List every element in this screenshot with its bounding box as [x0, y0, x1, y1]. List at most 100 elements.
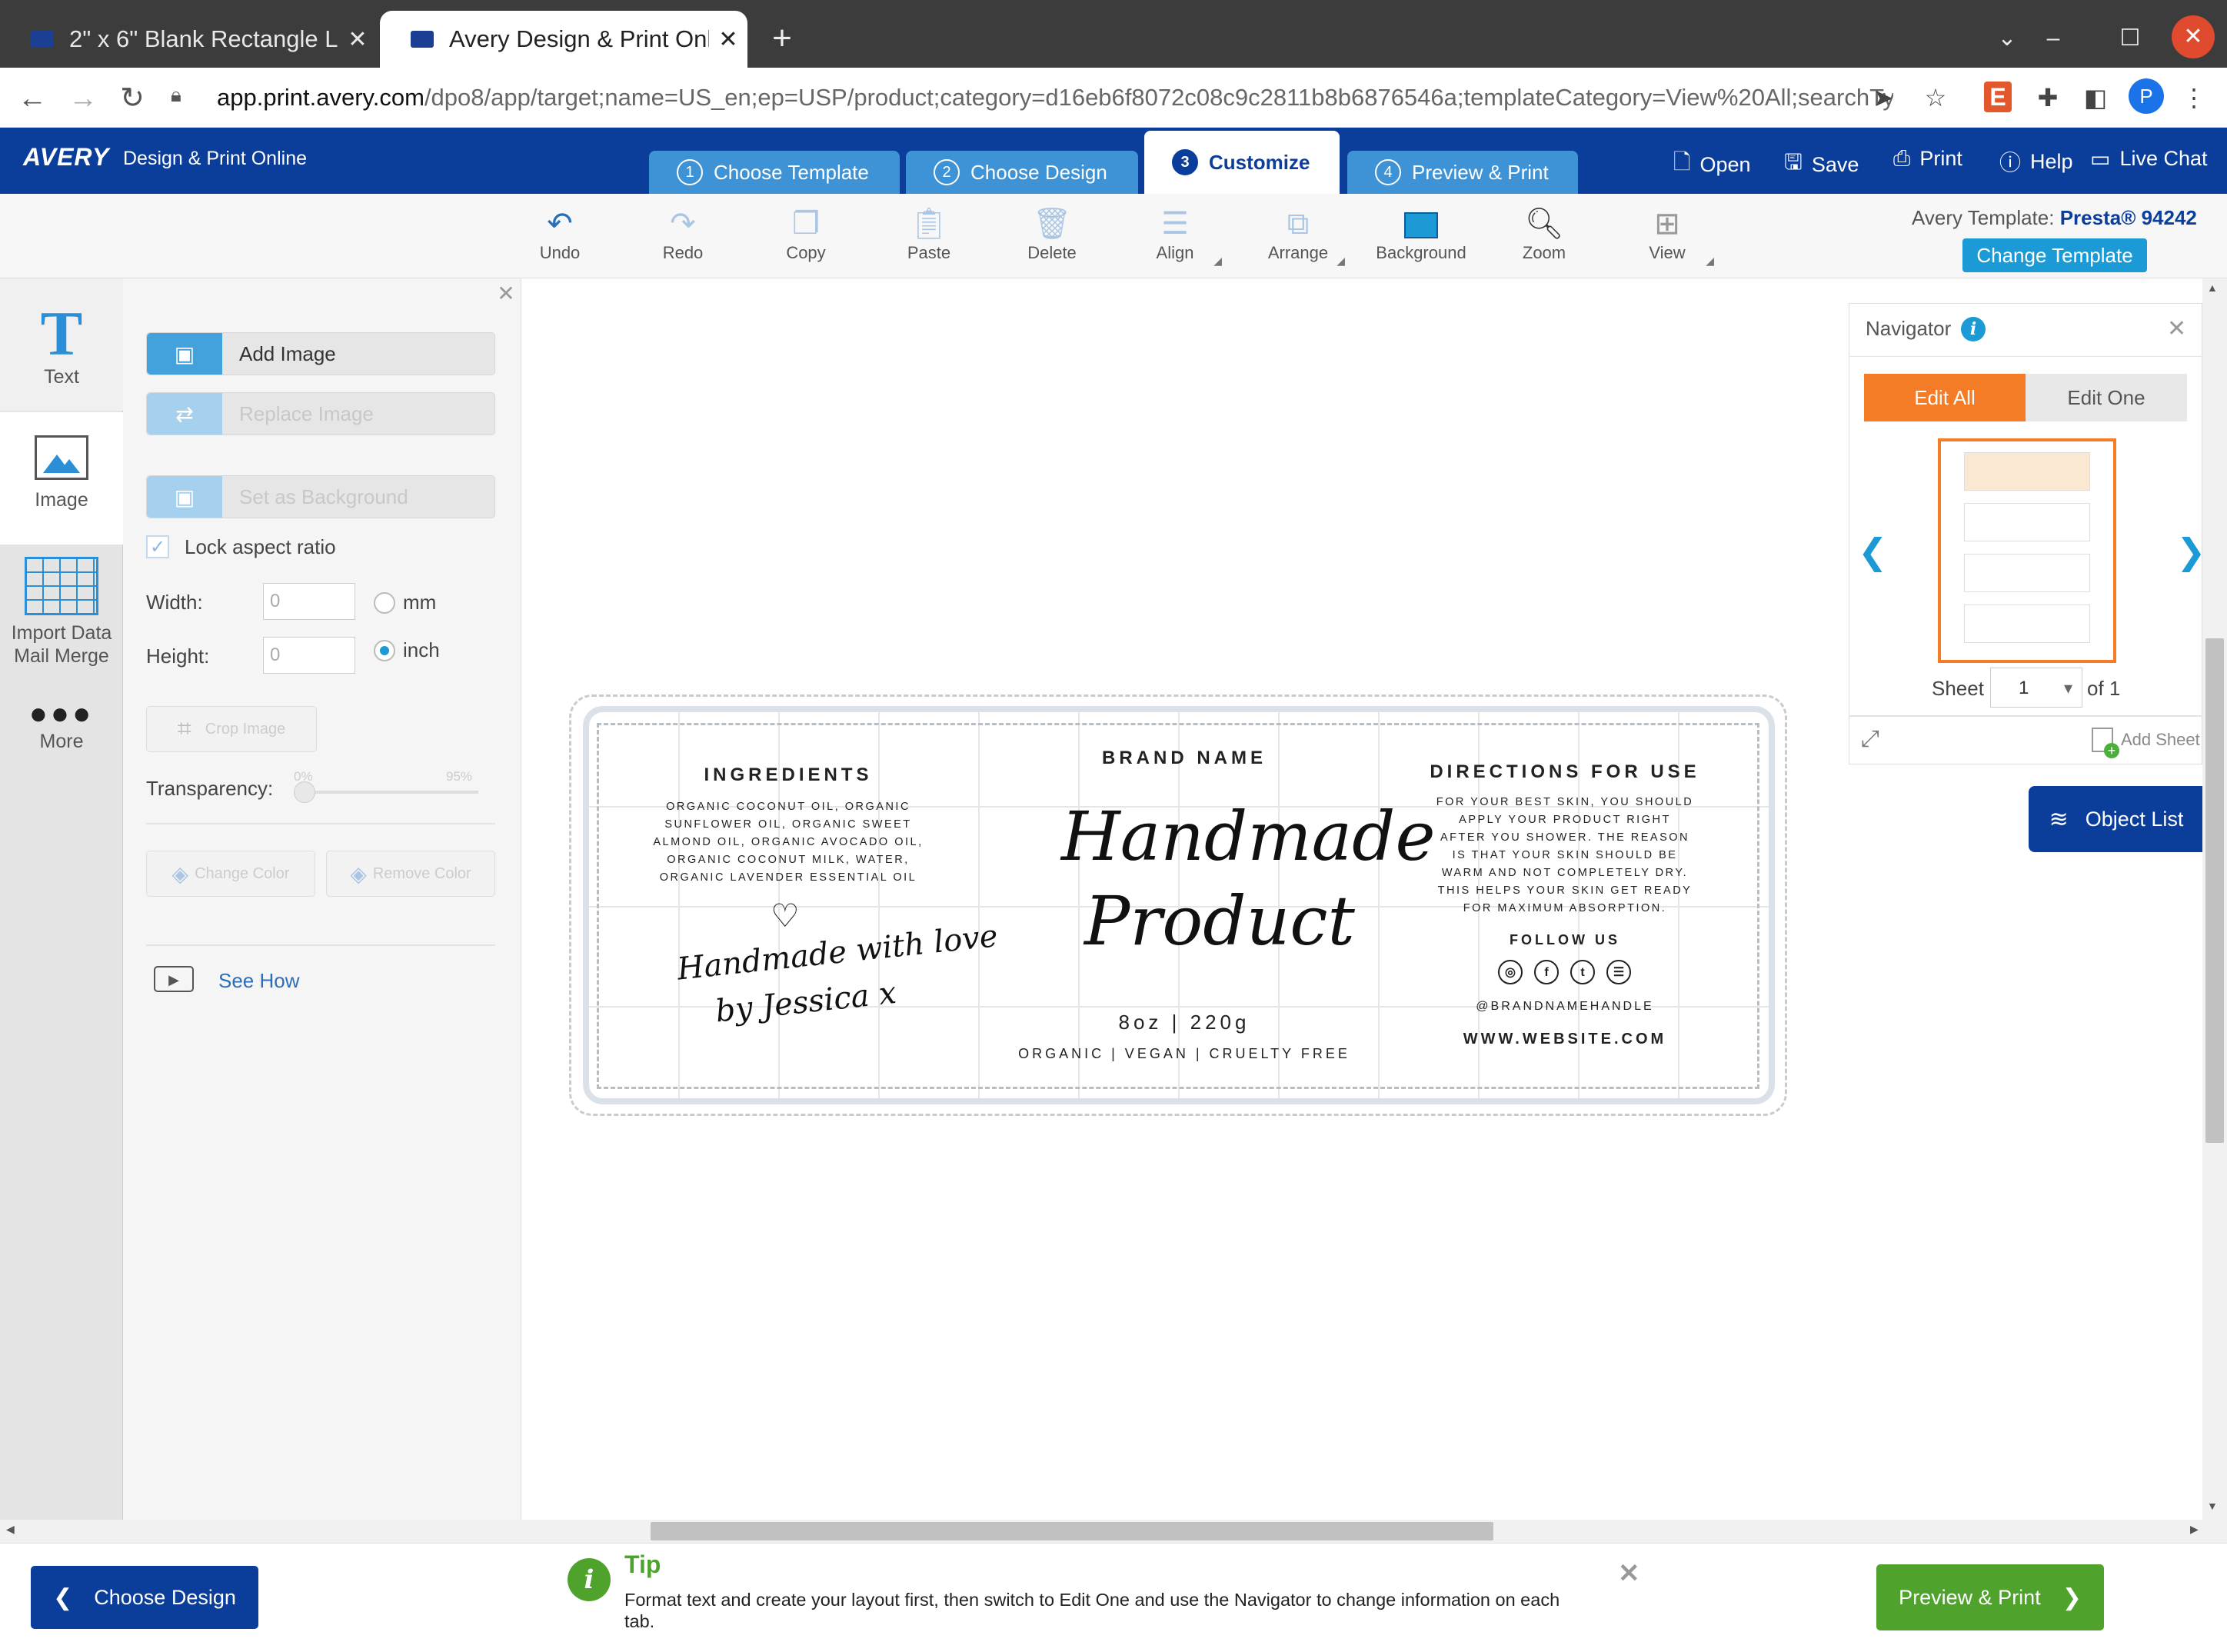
bookmark-star-icon[interactable]: ☆: [1918, 80, 1953, 115]
rail-import-data-tool[interactable]: Import Data Mail Merge: [0, 557, 123, 688]
step-choose-template[interactable]: 1 Choose Template: [649, 151, 900, 194]
open-button[interactable]: 🗋︎ Open: [1673, 146, 1751, 183]
unit-mm-radio[interactable]: [374, 592, 395, 614]
lock-aspect-checkbox[interactable]: ✓: [146, 535, 169, 558]
live-chat-button[interactable]: ▭ Live Chat: [2090, 146, 2208, 172]
close-navigator-icon[interactable]: ✕: [2167, 315, 2186, 342]
tagline-text[interactable]: ORGANIC | VEGAN | CRUELTY FREE: [977, 1046, 1392, 1062]
delete-button[interactable]: 🗑︎ Delete: [1002, 205, 1102, 271]
forward-arrow-icon[interactable]: →: [60, 75, 106, 122]
follow-us-text[interactable]: FOLLOW US: [1461, 932, 1669, 948]
social-handle-text[interactable]: @BRANDNAMEHANDLE: [1423, 1000, 1707, 1014]
maximize-window-icon[interactable]: ☐: [2107, 15, 2153, 62]
zoom-button[interactable]: 🔍︎ Zoom: [1494, 205, 1594, 271]
object-list-button[interactable]: ≋ Object List: [2029, 786, 2204, 852]
handmade-script-text[interactable]: Handmade: [1061, 800, 1436, 874]
see-how-link[interactable]: See How: [218, 969, 300, 993]
paste-button[interactable]: 📋︎ Paste: [879, 205, 979, 271]
edit-all-button[interactable]: Edit All: [1864, 374, 2026, 421]
rail-more-tool[interactable]: ●●● More: [0, 697, 123, 766]
scroll-right-icon[interactable]: ▶: [2190, 1523, 2199, 1536]
expand-icon[interactable]: ⤢: [1861, 726, 1879, 752]
undo-button[interactable]: ↶ Undo: [510, 205, 610, 271]
ingredients-heading[interactable]: INGREDIENTS: [615, 764, 961, 786]
width-input[interactable]: 0: [263, 583, 355, 620]
grid-view-icon: ⊞: [1654, 207, 1680, 241]
website-text[interactable]: WWW.WEBSITE.COM: [1423, 1031, 1707, 1048]
directions-line: FOR MAXIMUM ABSORPTION.: [1463, 902, 1667, 914]
step-preview-print[interactable]: 4 Preview & Print: [1347, 151, 1578, 194]
url-field[interactable]: app.print.avery.com/dpo8/app/target;name…: [217, 75, 1893, 120]
ingredients-text[interactable]: ORGANIC COCONUT OIL, ORGANIC SUNFLOWER O…: [608, 798, 969, 887]
product-script-text[interactable]: Product: [1084, 884, 1355, 958]
align-button[interactable]: ☰ Align ◢: [1125, 205, 1225, 271]
crop-image-button[interactable]: ⌗ Crop Image: [146, 706, 317, 752]
rail-image-tool[interactable]: Image: [0, 412, 123, 545]
close-tab-icon[interactable]: ✕: [338, 26, 377, 53]
more-dots-icon: ●●●: [28, 697, 95, 731]
close-tab-icon[interactable]: ✕: [709, 26, 747, 53]
save-button[interactable]: 🖫︎ Save: [1784, 146, 1859, 183]
brand-name-text[interactable]: BRAND NAME: [992, 748, 1376, 769]
browser-tab-blank-rectangle[interactable]: 2" x 6" Blank Rectangle La ✕: [0, 11, 377, 68]
arrange-button[interactable]: ⧉ Arrange ◢: [1248, 205, 1348, 271]
lock-icon[interactable]: 🔒︎: [171, 83, 192, 111]
scroll-left-icon[interactable]: ◀: [6, 1523, 15, 1536]
view-button[interactable]: ⊞ View ◢: [1617, 205, 1717, 271]
browser-menu-icon[interactable]: ⋮: [2176, 80, 2212, 115]
change-template-button[interactable]: Change Template: [1962, 238, 2147, 272]
browser-tab-avery-design[interactable]: Avery Design & Print Onli ✕: [380, 11, 747, 68]
send-icon[interactable]: ➤: [1866, 80, 1901, 115]
template-prefix: Avery Template:: [1912, 206, 2055, 229]
tiktok-icon: ☰: [1606, 960, 1631, 984]
add-image-button[interactable]: ▣ Add Image: [146, 332, 495, 375]
info-icon[interactable]: i: [1961, 317, 1986, 341]
new-tab-icon[interactable]: +: [765, 17, 799, 60]
transparency-slider-thumb[interactable]: [294, 781, 315, 803]
background-button[interactable]: Background: [1371, 205, 1471, 271]
close-panel-icon[interactable]: ✕: [491, 278, 521, 309]
remove-color-button[interactable]: ◈ Remove Color: [326, 851, 495, 897]
vertical-scroll-thumb[interactable]: [2205, 638, 2224, 1143]
print-button[interactable]: ⎙ Print: [1893, 146, 1962, 172]
step-choose-design[interactable]: 2 Choose Design: [906, 151, 1138, 194]
close-tip-icon[interactable]: ✕: [1618, 1558, 1640, 1589]
add-sheet-button[interactable]: Add Sheet: [2092, 728, 2200, 758]
edit-one-button[interactable]: Edit One: [2026, 374, 2187, 421]
avery-logo[interactable]: AVERY: [23, 143, 108, 174]
minimize-window-icon[interactable]: –: [2030, 15, 2076, 62]
extension-e-icon[interactable]: E: [1984, 82, 2012, 112]
change-color-button[interactable]: ◈ Change Color: [146, 851, 315, 897]
reload-icon[interactable]: ↻: [109, 75, 155, 122]
weight-text[interactable]: 8oz | 220g: [992, 1011, 1376, 1034]
previous-sheet-icon[interactable]: ❮: [1858, 531, 1888, 572]
close-window-icon[interactable]: ✕: [2172, 15, 2215, 58]
tab-search-chevron-icon[interactable]: ⌄: [1984, 15, 2030, 62]
scroll-down-icon[interactable]: ▼: [2207, 1500, 2218, 1512]
horizontal-scroll-thumb[interactable]: [651, 1522, 1493, 1540]
tab-title: Avery Design & Print Onli: [449, 25, 709, 52]
redo-button[interactable]: ↷ Redo: [633, 205, 733, 271]
copy-button[interactable]: ❐ Copy: [756, 205, 856, 271]
unit-inch-radio[interactable]: [374, 640, 395, 661]
step-customize[interactable]: 3 Customize: [1144, 131, 1340, 194]
choose-design-back-button[interactable]: ❮ Choose Design: [31, 1566, 258, 1629]
directions-text[interactable]: FOR YOUR BEST SKIN, YOU SHOULD APPLY YOU…: [1376, 794, 1753, 918]
video-play-icon[interactable]: ▶: [154, 966, 194, 992]
back-arrow-icon[interactable]: ←: [9, 75, 55, 122]
profile-avatar[interactable]: P: [2129, 78, 2164, 114]
scroll-up-icon[interactable]: ▲: [2207, 281, 2218, 294]
rail-text-tool[interactable]: T Text: [0, 278, 123, 411]
height-input[interactable]: 0: [263, 637, 355, 674]
directions-heading[interactable]: DIRECTIONS FOR USE: [1376, 761, 1753, 783]
sheet-select[interactable]: 1: [1990, 668, 2082, 708]
transparency-track[interactable]: [295, 791, 478, 794]
replace-image-button[interactable]: ⇄ Replace Image: [146, 392, 495, 435]
chevron-right-icon: ❯: [2062, 1584, 2082, 1610]
help-button[interactable]: ⓘ Help: [1999, 146, 2073, 177]
side-panel-icon[interactable]: ◧: [2078, 80, 2113, 115]
extensions-puzzle-icon[interactable]: ✚: [2030, 80, 2066, 115]
next-sheet-icon[interactable]: ❯: [2176, 531, 2206, 572]
preview-print-next-button[interactable]: Preview & Print ❯: [1876, 1564, 2104, 1630]
set-as-background-button[interactable]: ▣ Set as Background: [146, 475, 495, 518]
